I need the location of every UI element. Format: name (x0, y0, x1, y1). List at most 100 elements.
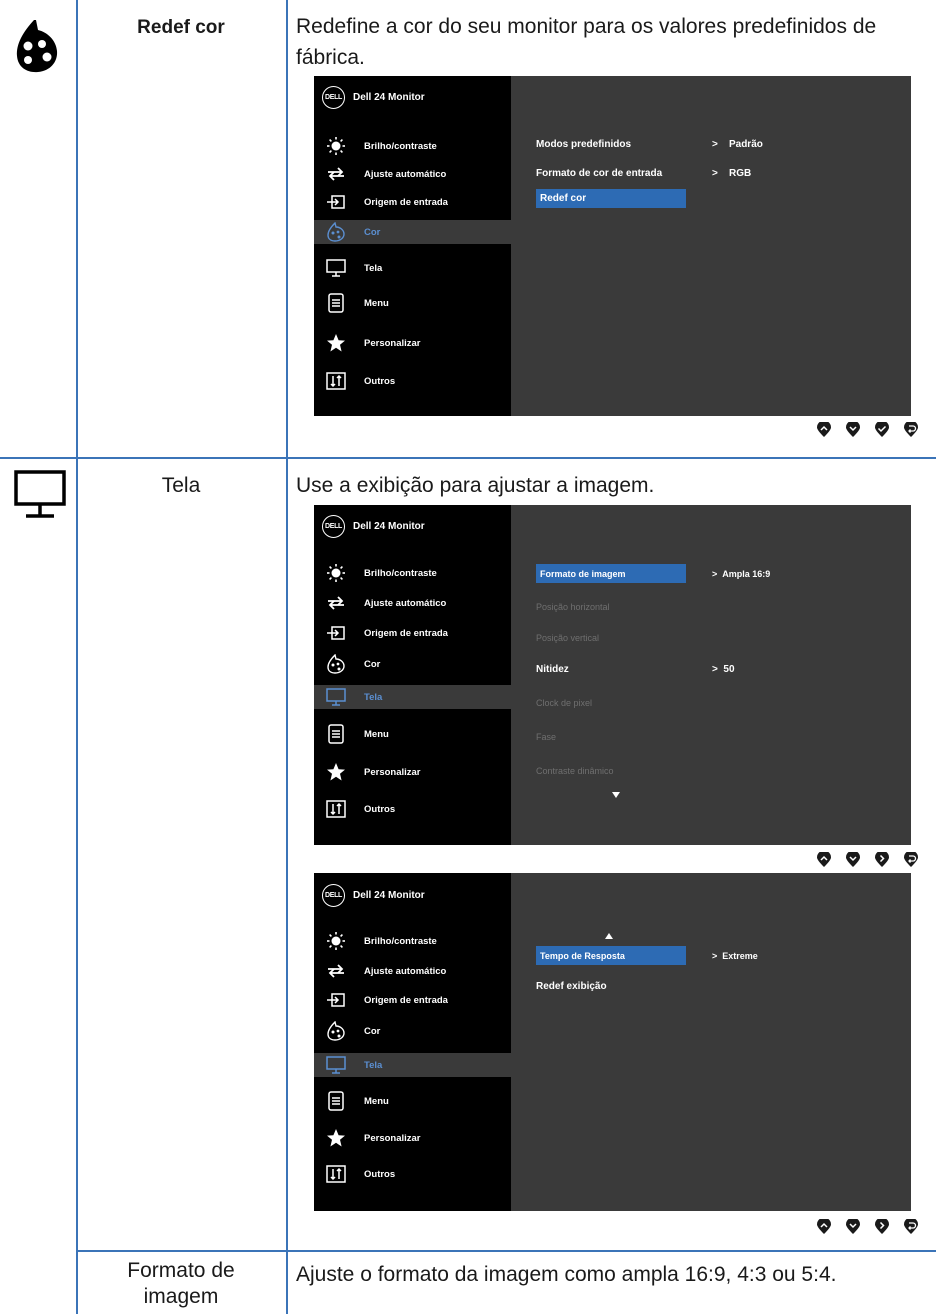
option-response-time[interactable]: Tempo de Resposta (536, 946, 686, 965)
color-palette-icon (14, 18, 60, 79)
option-value: Extreme (722, 950, 758, 961)
menu-label: Ajuste automático (364, 965, 447, 977)
menu-item-display[interactable]: Tela (314, 1053, 511, 1077)
option-value-image-format: > Ampla 16:9 (712, 564, 770, 583)
menu-item-brightness[interactable]: Brilho/contraste (314, 134, 511, 158)
option-reset-color[interactable]: Redef cor (536, 189, 686, 208)
option-image-format[interactable]: Formato de imagem (536, 564, 686, 583)
option-label: Contraste dinâmico (536, 765, 614, 776)
option-sharpness[interactable]: Nitidez (536, 660, 569, 679)
option-label: Formato de cor de entrada (536, 168, 663, 179)
option-pixel-clock[interactable]: Clock de pixel (536, 693, 592, 712)
option-value-preset-modes: > Padrão (712, 135, 763, 154)
item-name-redef-cor: Redef cor (137, 17, 225, 38)
menu-item-personalize[interactable]: Personalizar (314, 760, 511, 784)
menu-item-color[interactable]: Cor (314, 652, 511, 676)
option-input-color-format[interactable]: Formato de cor de entrada (536, 164, 662, 183)
menu-label: Cor (364, 1025, 381, 1037)
menu-item-display[interactable]: Tela (314, 685, 511, 709)
menu-label: Personalizar (364, 1132, 421, 1144)
dell-logo: DELL (322, 85, 345, 109)
menu-label: Personalizar (364, 766, 421, 778)
option-preset-modes[interactable]: Modos predefinidos (536, 135, 631, 154)
item-description-redef-cor: Redefine a cor do seu monitor para os va… (296, 15, 877, 69)
menu-item-menu[interactable]: Menu (314, 722, 511, 746)
menu-label: Brilho/contraste (364, 567, 437, 579)
menu-item-color[interactable]: Cor (314, 220, 511, 244)
monitor-icon (326, 687, 346, 707)
menu-label: Menu (364, 728, 389, 740)
menu-label: Origem de entrada (364, 196, 448, 208)
option-horizontal-position[interactable]: Posição horizontal (536, 597, 610, 616)
menu-label: Menu (364, 1095, 389, 1107)
menu-item-auto-adjust[interactable]: Ajuste automático (314, 162, 511, 186)
menu-list-icon (326, 1091, 346, 1111)
monitor-icon (326, 258, 346, 278)
back-button-icon[interactable] (903, 1219, 919, 1235)
option-dynamic-contrast[interactable]: Contraste dinâmico (536, 761, 614, 780)
back-button-icon[interactable] (903, 852, 919, 868)
menu-item-brightness[interactable]: Brilho/contraste (314, 929, 511, 953)
menu-label: Origem de entrada (364, 627, 448, 639)
back-button-icon[interactable] (903, 422, 919, 438)
menu-item-input-source[interactable]: Origem de entrada (314, 988, 511, 1012)
scroll-up-arrow-icon[interactable] (605, 933, 613, 939)
menu-item-input-source[interactable]: Origem de entrada (314, 621, 511, 645)
menu-item-input-source[interactable]: Origem de entrada (314, 190, 511, 214)
menu-item-menu[interactable]: Menu (314, 291, 511, 315)
next-button-icon[interactable] (874, 1219, 890, 1235)
option-label: Tempo de Resposta (540, 950, 625, 961)
down-button-icon[interactable] (845, 852, 861, 868)
option-label: Clock de pixel (536, 697, 593, 708)
option-label: Formato de imagem (540, 568, 626, 579)
menu-item-auto-adjust[interactable]: Ajuste automático (314, 591, 511, 615)
menu-label: Brilho/contraste (364, 935, 437, 947)
menu-label: Personalizar (364, 337, 421, 349)
menu-label: Menu (364, 297, 389, 309)
menu-item-others[interactable]: Outros (314, 1162, 511, 1186)
option-value: RGB (728, 168, 752, 179)
up-button-icon[interactable] (816, 852, 832, 868)
menu-item-color[interactable]: Cor (314, 1019, 511, 1043)
osd-screen-display-2: DELL Dell 24 Monitor Brilho/contraste Aj… (314, 873, 911, 1211)
down-button-icon[interactable] (845, 1219, 861, 1235)
scroll-down-arrow-icon[interactable] (612, 792, 620, 798)
option-label: Redef exibição (536, 981, 607, 992)
menu-item-menu[interactable]: Menu (314, 1089, 511, 1113)
menu-item-display[interactable]: Tela (314, 256, 511, 280)
menu-item-personalize[interactable]: Personalizar (314, 331, 511, 355)
option-phase[interactable]: Fase (536, 727, 556, 746)
option-value-sharpness: > 50 (712, 660, 735, 679)
up-button-icon[interactable] (816, 1219, 832, 1235)
item-name-tela: Tela (161, 474, 201, 497)
option-reset-display[interactable]: Redef exibição (536, 977, 607, 996)
item-description-tela: Use a exibição para ajustar a imagem. (296, 474, 655, 497)
down-button-icon[interactable] (845, 422, 861, 438)
menu-item-others[interactable]: Outros (314, 369, 511, 393)
grid-vline-2 (286, 0, 288, 1314)
up-button-icon[interactable] (816, 422, 832, 438)
menu-item-brightness[interactable]: Brilho/contraste (314, 561, 511, 585)
sliders-icon (326, 371, 346, 391)
value-prefix: > (712, 950, 718, 961)
menu-item-personalize[interactable]: Personalizar (314, 1126, 511, 1150)
menu-list-icon (326, 724, 346, 744)
option-vertical-position[interactable]: Posição vertical (536, 628, 599, 647)
option-label: Posição vertical (536, 632, 600, 643)
brightness-icon (326, 136, 346, 156)
star-icon (326, 762, 346, 782)
menu-label: Outros (364, 375, 396, 387)
osd-header: DELL Dell 24 Monitor (322, 514, 425, 538)
menu-item-others[interactable]: Outros (314, 797, 511, 821)
brightness-icon (326, 563, 346, 583)
value-prefix: > (712, 168, 718, 179)
option-label: Redef cor (540, 193, 587, 204)
check-button-icon[interactable] (874, 422, 890, 438)
menu-label: Ajuste automático (364, 168, 447, 180)
next-button-icon[interactable] (874, 852, 890, 868)
menu-label: Cor (364, 226, 381, 238)
input-source-icon (326, 990, 346, 1010)
menu-item-auto-adjust[interactable]: Ajuste automático (314, 959, 511, 983)
auto-adjust-icon (326, 164, 346, 184)
auto-adjust-icon (326, 961, 346, 981)
